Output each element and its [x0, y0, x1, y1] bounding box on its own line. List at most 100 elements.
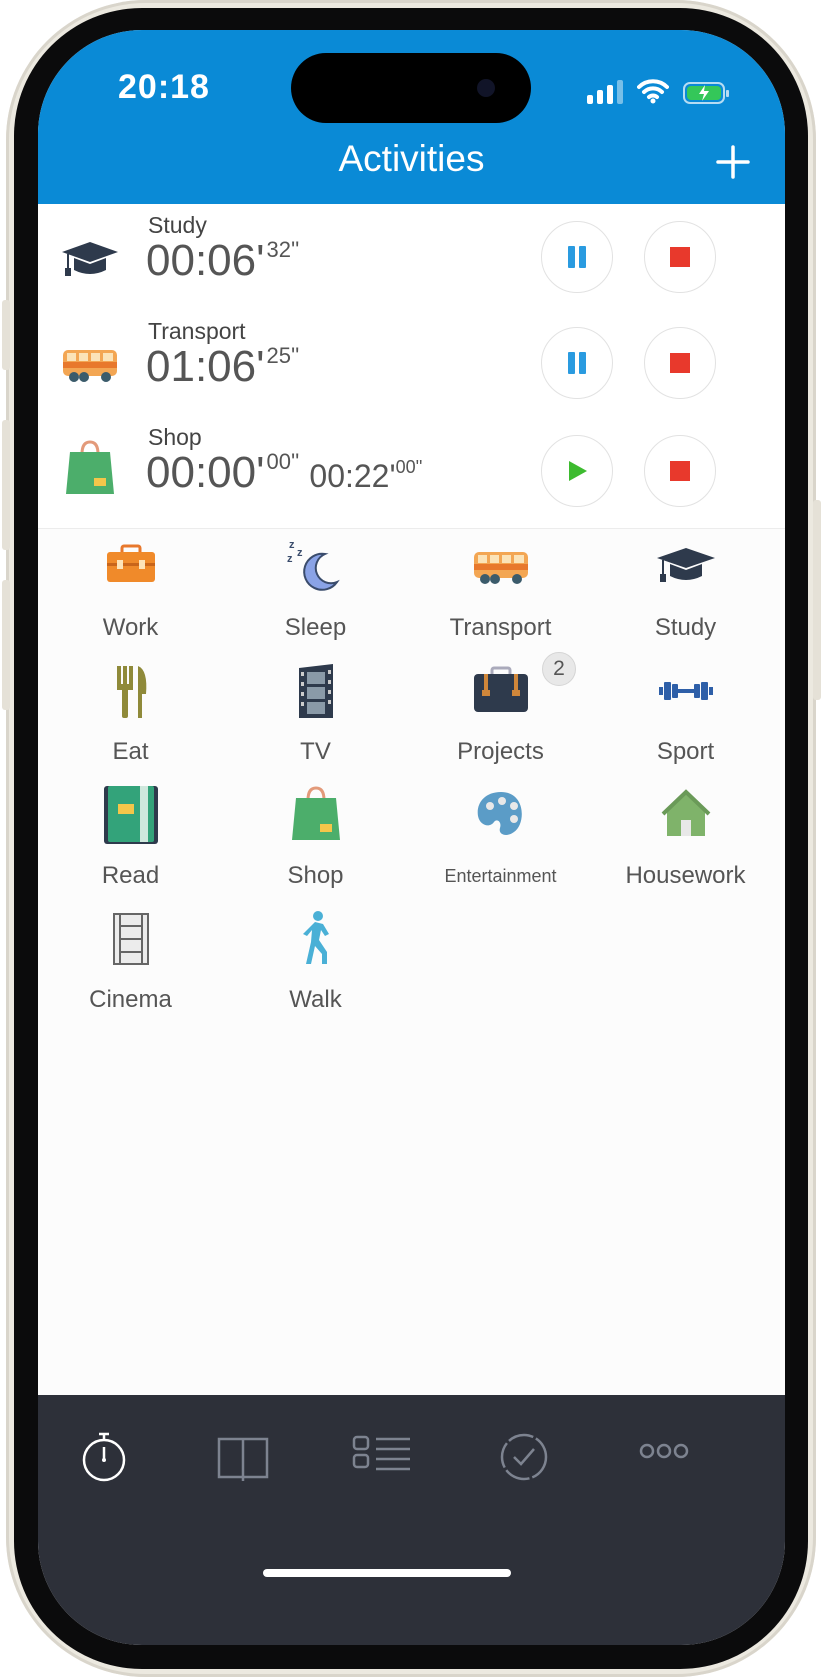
shopping-bag-icon	[66, 440, 114, 494]
open-book-icon	[217, 1437, 269, 1481]
activity-name: Study	[148, 212, 207, 238]
tab-timer[interactable]	[78, 1431, 130, 1483]
activity-tile-walk[interactable]: Walk	[223, 900, 408, 1024]
elapsed-seconds: 25''	[266, 343, 300, 368]
elapsed-time: 01:06'25''	[146, 342, 299, 392]
moon-icon: z z z	[287, 539, 340, 591]
pause-icon	[568, 352, 586, 374]
walking-person-icon	[303, 911, 329, 964]
svg-text:z: z	[289, 539, 295, 551]
shopping-bag-icon	[292, 786, 340, 840]
activity-tile-sleep[interactable]: z z z Sleep	[223, 528, 408, 652]
activity-tile-cinema[interactable]: Cinema	[38, 900, 223, 1024]
tile-label: Study	[654, 614, 717, 641]
book-icon	[104, 786, 158, 844]
pause-button[interactable]	[541, 221, 613, 293]
volume-down-button	[2, 580, 10, 710]
active-activity-row[interactable]: Shop 00:00'00'' 00:22'00''	[38, 416, 785, 529]
svg-text:z: z	[297, 547, 303, 559]
stop-icon	[670, 461, 690, 481]
activity-tile-entertainment[interactable]: Entertainment	[408, 776, 593, 900]
activity-name: Shop	[148, 424, 202, 450]
battery-icon	[683, 82, 729, 104]
list-icon	[352, 1435, 410, 1471]
more-dots-icon	[639, 1443, 689, 1459]
elapsed-main: 00:00'	[146, 448, 265, 497]
tile-label: Entertainment	[444, 866, 557, 886]
status-icons	[587, 74, 729, 104]
stop-icon	[670, 353, 690, 373]
film-strip-icon	[299, 664, 333, 718]
activity-tile-sport[interactable]: Sport	[593, 652, 778, 776]
palette-icon	[477, 792, 522, 835]
play-button[interactable]	[541, 435, 613, 507]
activity-tile-housework[interactable]: Housework	[593, 776, 778, 900]
activity-tile-work[interactable]: Work	[38, 528, 223, 652]
elapsed-main: 01:06'	[146, 342, 265, 391]
active-activity-row[interactable]: Transport 01:06'25''	[38, 310, 785, 417]
activity-tile-projects[interactable]: 2 Projects	[408, 652, 593, 776]
stop-button[interactable]	[644, 327, 716, 399]
tile-label: Walk	[289, 986, 342, 1013]
dumbbell-icon	[659, 682, 713, 700]
tile-label: Cinema	[89, 986, 172, 1013]
tab-journal[interactable]	[216, 1431, 269, 1483]
tab-list[interactable]	[352, 1431, 412, 1483]
stop-icon	[670, 247, 690, 267]
action-button	[2, 300, 10, 370]
activity-tile-tv[interactable]: TV	[223, 652, 408, 776]
activity-name: Transport	[148, 318, 246, 344]
app-header: 20:18 Activities	[38, 30, 785, 217]
home-indicator[interactable]	[263, 1569, 511, 1577]
dynamic-island	[291, 53, 531, 123]
stopwatch-icon	[82, 1432, 126, 1482]
stop-button[interactable]	[644, 435, 716, 507]
toolbox-icon	[107, 544, 155, 582]
activity-tile-shop[interactable]: Shop	[223, 776, 408, 900]
tile-label: Read	[101, 862, 160, 889]
tile-label: Work	[102, 614, 159, 641]
cellular-signal-icon	[587, 78, 623, 104]
bus-icon	[63, 350, 117, 382]
activity-tile-eat[interactable]: Eat	[38, 652, 223, 776]
fork-knife-icon	[117, 666, 147, 718]
tile-label: Sport	[656, 738, 715, 765]
plus-icon	[716, 145, 750, 179]
stop-button[interactable]	[644, 221, 716, 293]
page-title: Activities	[338, 138, 485, 179]
tile-label: TV	[300, 738, 331, 765]
activity-tile-study[interactable]: Study	[593, 528, 778, 652]
total-time-main: 00:22'	[309, 458, 396, 494]
house-icon	[661, 789, 711, 836]
graduation-cap-icon	[657, 548, 715, 582]
total-time-seconds: 00''	[395, 457, 423, 477]
tile-label: Transport	[449, 614, 552, 641]
briefcase-icon	[474, 666, 528, 712]
volume-up-button	[2, 420, 10, 550]
checkmark-circle-icon	[500, 1433, 548, 1481]
status-time: 20:18	[118, 68, 210, 106]
tile-label: Housework	[625, 862, 746, 889]
wifi-icon	[637, 79, 669, 104]
tab-more[interactable]	[638, 1431, 690, 1483]
svg-text:z: z	[287, 553, 293, 565]
elapsed-main: 00:06'	[146, 236, 265, 285]
tab-goals[interactable]	[498, 1431, 550, 1483]
tile-label: Shop	[287, 862, 344, 889]
pause-button[interactable]	[541, 327, 613, 399]
add-activity-button[interactable]	[705, 134, 761, 190]
active-activity-row[interactable]: Study 00:06'32''	[38, 204, 785, 311]
activity-tile-transport[interactable]: Transport	[408, 528, 593, 652]
graduation-cap-icon	[62, 242, 118, 276]
elapsed-time: 00:06'32''	[146, 236, 299, 286]
bus-icon	[474, 552, 528, 584]
tab-bar	[38, 1395, 785, 1645]
elapsed-seconds: 00''	[266, 449, 300, 474]
play-icon	[569, 461, 587, 481]
tile-label: Sleep	[284, 614, 347, 641]
pause-icon	[568, 246, 586, 268]
elapsed-time: 00:00'00'' 00:22'00''	[146, 448, 422, 498]
tile-label: Projects	[457, 738, 544, 765]
activity-tile-read[interactable]: Read	[38, 776, 223, 900]
tile-badge: 2	[542, 652, 576, 686]
